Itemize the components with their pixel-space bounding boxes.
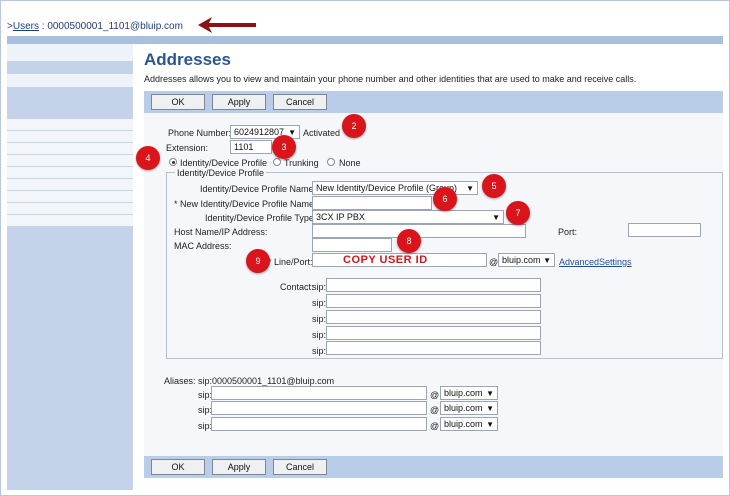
breadcrumb: >Users : 0000500001_1101@bluip.com: [7, 21, 183, 32]
dropdown-caret-icon: ▼: [486, 389, 494, 398]
extension-input[interactable]: 1101: [230, 140, 272, 154]
at-symbol: @: [430, 390, 440, 400]
dropdown-caret-icon: ▼: [486, 404, 494, 413]
callout-badge: 9: [246, 249, 270, 273]
radio-identity-profile[interactable]: [169, 158, 177, 166]
page-title: Addresses: [144, 50, 231, 69]
profile-type-label: Identity/Device Profile Type:: [205, 213, 317, 223]
contact-input[interactable]: [326, 310, 541, 324]
contact-input[interactable]: [326, 326, 541, 340]
contact-input[interactable]: [326, 278, 541, 292]
left-arrow-icon: [198, 17, 256, 33]
breadcrumb-user-id: 0000500001_1101@bluip.com: [47, 21, 183, 32]
domain-value: bluip.com: [444, 388, 483, 398]
dropdown-caret-icon: ▼: [543, 256, 551, 265]
radio-trunking-label: Trunking: [284, 158, 319, 168]
mac-label: MAC Address:: [174, 241, 232, 251]
radio-trunking[interactable]: [273, 158, 281, 166]
activated-label: Activated: [303, 128, 341, 138]
contact-label: Contact:: [280, 282, 314, 292]
at-symbol: @: [489, 257, 499, 267]
callout-badge: 6: [433, 187, 457, 211]
line-port-domain-select[interactable]: bluip.com ▼: [498, 253, 555, 267]
radio-none[interactable]: [327, 158, 335, 166]
new-profile-name-label: * New Identity/Device Profile Name:: [174, 199, 317, 209]
alias-input[interactable]: [211, 401, 427, 415]
domain-value: bluip.com: [444, 419, 483, 429]
apply-button[interactable]: Apply: [212, 459, 266, 475]
domain-value: bluip.com: [444, 403, 483, 413]
port-input[interactable]: [628, 223, 701, 237]
profile-name-label: Identity/Device Profile Name:: [200, 184, 317, 194]
dropdown-caret-icon: ▼: [492, 213, 500, 222]
callout-badge: 5: [482, 174, 506, 198]
alias-domain-select[interactable]: bluip.com ▼: [440, 401, 498, 415]
line-port-label: * Line/Port:: [268, 257, 313, 267]
fieldset-legend: Identity/Device Profile: [175, 168, 267, 178]
top-banner: [7, 36, 723, 44]
dropdown-caret-icon: ▼: [466, 184, 474, 193]
callout-badge: 3: [272, 135, 296, 159]
extension-label: Extension:: [166, 143, 209, 153]
alias-sip-label: sip:: [198, 405, 213, 415]
contact-input[interactable]: [326, 341, 541, 355]
callout-badge: 7: [506, 201, 530, 225]
contact-sip-label: sip:: [312, 282, 327, 292]
contact-sip-label: sip:: [312, 346, 327, 356]
profile-type-value: 3CX IP PBX: [316, 212, 365, 222]
contact-sip-label: sip:: [312, 298, 327, 308]
phone-number-label: Phone Number:: [168, 128, 232, 138]
alias-domain-select[interactable]: bluip.com ▼: [440, 386, 498, 400]
radio-identity-label: Identity/Device Profile: [180, 158, 268, 168]
page-description: Addresses allows you to view and maintai…: [144, 74, 637, 84]
callout-badge: 8: [397, 229, 421, 253]
port-label: Port:: [558, 227, 578, 237]
sidebar-panel: [7, 119, 133, 226]
host-label: Host Name/IP Address:: [174, 227, 268, 237]
dropdown-caret-icon: ▼: [486, 420, 494, 429]
callout-badge: 4: [136, 146, 160, 170]
new-profile-name-input[interactable]: [312, 196, 432, 210]
users-link[interactable]: Users: [13, 21, 39, 32]
apply-button[interactable]: Apply: [212, 94, 266, 110]
sidebar-block: [7, 44, 133, 62]
mac-input[interactable]: [312, 238, 392, 252]
alias-domain-select[interactable]: bluip.com ▼: [440, 417, 498, 431]
alias-input[interactable]: [211, 417, 427, 431]
callout-badge: 2: [342, 114, 366, 138]
ok-button[interactable]: OK: [151, 94, 205, 110]
at-symbol: @: [430, 421, 440, 431]
cancel-button[interactable]: Cancel: [273, 459, 327, 475]
alias-input[interactable]: [211, 386, 427, 400]
advanced-settings-link[interactable]: AdvancedSettings: [559, 257, 632, 267]
sidebar: [7, 44, 133, 490]
radio-none-label: None: [339, 158, 361, 168]
copy-user-id-annotation: COPY USER ID: [343, 254, 428, 266]
ok-button[interactable]: OK: [151, 459, 205, 475]
alias-sip-label: sip:: [198, 421, 213, 431]
phone-number-value: 6024912807: [234, 127, 285, 137]
profile-type-select[interactable]: 3CX IP PBX ▼: [312, 210, 504, 224]
at-symbol: @: [430, 405, 440, 415]
contact-sip-label: sip:: [312, 330, 327, 340]
contact-sip-label: sip:: [312, 314, 327, 324]
cancel-button[interactable]: Cancel: [273, 94, 327, 110]
alias-sip-label: sip:: [198, 390, 213, 400]
aliases-label: Aliases: sip:0000500001_1101@bluip.com: [164, 376, 335, 386]
sidebar-block: [7, 74, 133, 88]
domain-value: bluip.com: [502, 255, 541, 265]
contact-input[interactable]: [326, 294, 541, 308]
